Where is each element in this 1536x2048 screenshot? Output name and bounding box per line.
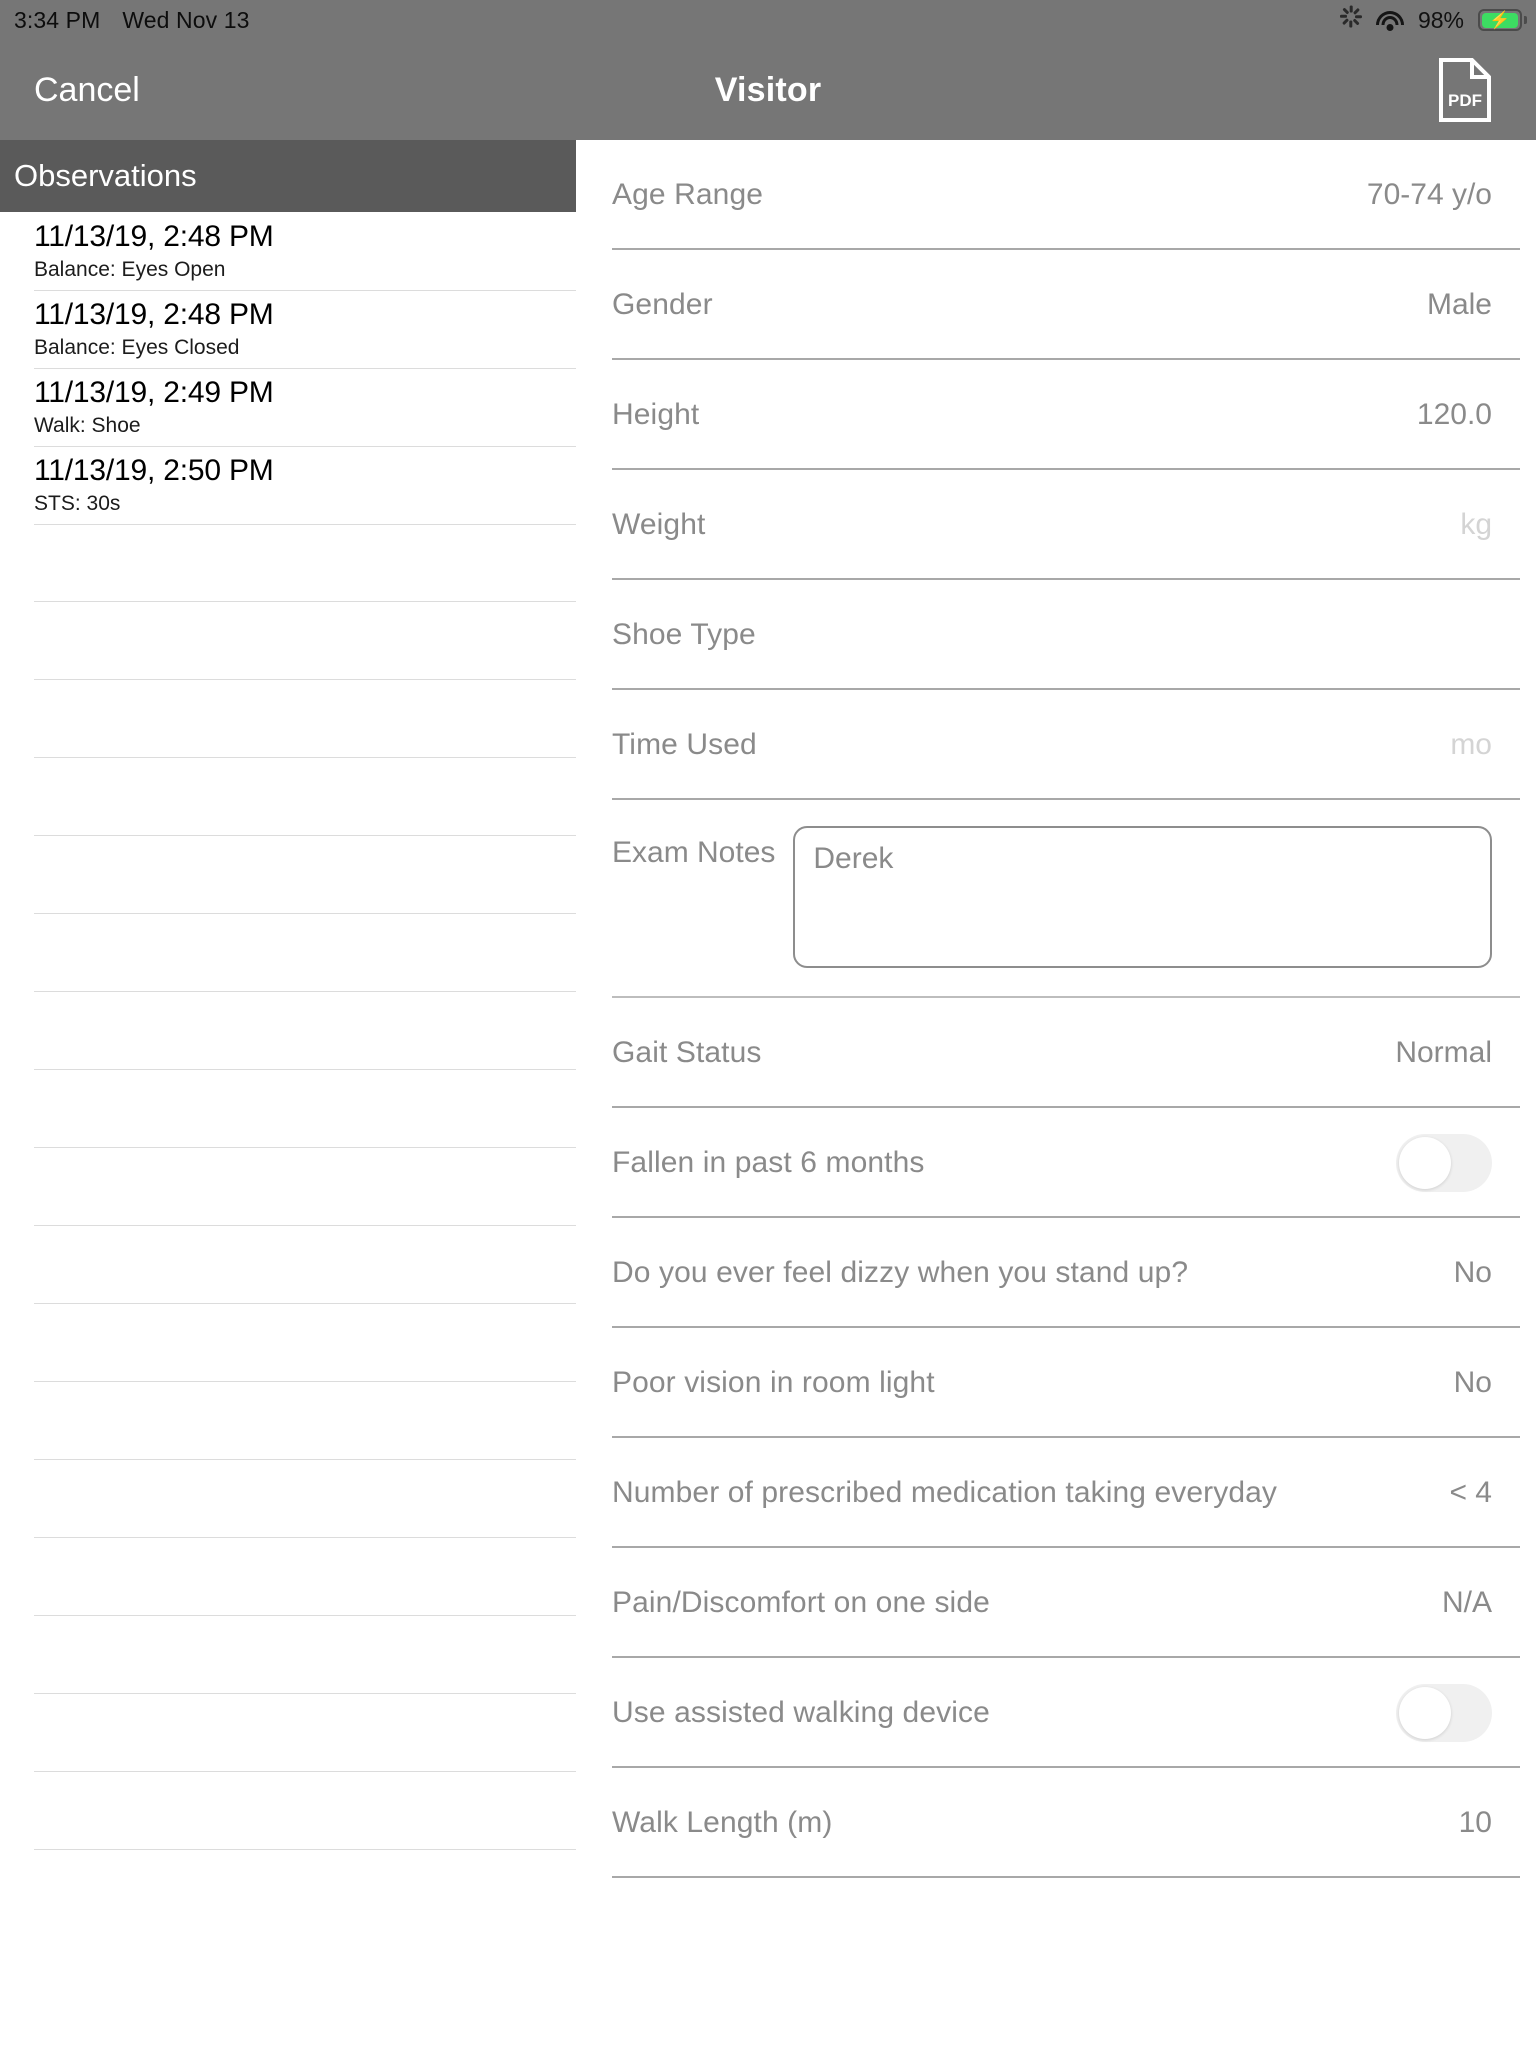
form-row-value: No xyxy=(1453,1256,1492,1289)
observations-sidebar: Observations 11/13/19, 2:48 PM Balance: E… xyxy=(0,140,576,2048)
form-row-label: Age Range xyxy=(612,178,764,211)
exam-notes-label: Exam Notes xyxy=(612,836,776,869)
status-date: Wed Nov 13 xyxy=(122,6,250,33)
observation-empty-row xyxy=(0,914,576,992)
form-row-label: Fallen in past 6 months xyxy=(612,1146,925,1179)
observation-empty-row xyxy=(0,1226,576,1304)
form-row-placeholder: mo xyxy=(1450,728,1492,761)
form-row[interactable]: Gender Male xyxy=(576,250,1536,360)
observation-empty-row xyxy=(0,680,576,758)
status-time: 3:34 PM xyxy=(14,6,101,33)
observation-empty-row xyxy=(0,758,576,836)
visitor-screen: 3:34 PM Wed Nov 13 98% ⚡ Cancel Visitor … xyxy=(0,0,1536,2048)
form-row[interactable]: Poor vision in room light No xyxy=(576,1328,1536,1438)
form-row-value: < 4 xyxy=(1449,1476,1492,1509)
wifi-icon xyxy=(1375,10,1404,31)
observations-header-label: Observations xyxy=(14,158,197,193)
status-bar-left: 3:34 PM Wed Nov 13 xyxy=(0,7,250,34)
form-row-value: 10 xyxy=(1458,1806,1492,1839)
observation-timestamp: 11/13/19, 2:49 PM xyxy=(34,376,274,409)
form-row[interactable]: Height 120.0 xyxy=(576,360,1536,470)
observation-empty-row xyxy=(0,1304,576,1382)
observation-subtitle: Balance: Eyes Open xyxy=(34,257,226,281)
form-row-label: Number of prescribed medication taking e… xyxy=(612,1476,1278,1509)
form-row-value: No xyxy=(1453,1366,1492,1399)
toggle-knob xyxy=(1399,1687,1451,1739)
form-row-label: Do you ever feel dizzy when you stand up… xyxy=(612,1256,1189,1289)
observation-subtitle: Walk: Shoe xyxy=(34,413,141,437)
nav-bar: Cancel Visitor PDF xyxy=(0,40,1536,140)
observation-empty-row xyxy=(0,1694,576,1772)
form-row[interactable]: Age Range 70-74 y/o xyxy=(576,140,1536,250)
form-row-label: Walk Length (m) xyxy=(612,1806,833,1839)
observation-empty-row xyxy=(0,602,576,680)
observation-empty-row xyxy=(0,1772,576,1850)
observation-empty-row xyxy=(0,1460,576,1538)
observation-empty-row xyxy=(0,1070,576,1148)
form-row-value: 70-74 y/o xyxy=(1366,178,1492,211)
form-row-label: Height xyxy=(612,398,700,431)
svg-text:PDF: PDF xyxy=(1448,91,1482,110)
observation-timestamp: 11/13/19, 2:50 PM xyxy=(34,454,274,487)
observation-item[interactable]: 11/13/19, 2:50 PM STS: 30s xyxy=(0,446,576,525)
form-row-value: N/A xyxy=(1441,1586,1492,1619)
pdf-export-button[interactable]: PDF xyxy=(1438,57,1536,123)
form-row[interactable]: Time Used mo xyxy=(576,690,1536,800)
form-row-label: Weight xyxy=(612,508,706,541)
form-row[interactable]: Use assisted walking device xyxy=(576,1658,1536,1768)
exam-notes-row: Exam Notes Derek xyxy=(576,800,1536,998)
status-bar-right: 98% ⚡ xyxy=(1339,5,1536,34)
observation-item[interactable]: 11/13/19, 2:49 PM Walk: Shoe xyxy=(0,368,576,447)
battery-percent-label: 98% xyxy=(1417,6,1464,33)
form-row[interactable]: Shoe Type xyxy=(576,580,1536,690)
form-row[interactable]: Weight kg xyxy=(576,470,1536,580)
form-row-toggle[interactable] xyxy=(1396,1134,1492,1192)
battery-charging-icon: ⚡ xyxy=(1478,9,1527,31)
form-row-value: 120.0 xyxy=(1416,398,1492,431)
form-row[interactable]: Pain/Discomfort on one side N/A xyxy=(576,1548,1536,1658)
form-row[interactable]: Fallen in past 6 months xyxy=(576,1108,1536,1218)
observation-empty-row xyxy=(0,836,576,914)
form-row-label: Shoe Type xyxy=(612,618,756,651)
observation-empty-row xyxy=(0,1616,576,1694)
form-row-label: Gait Status xyxy=(612,1036,762,1069)
form-row-toggle[interactable] xyxy=(1396,1684,1492,1742)
observation-empty-row xyxy=(0,992,576,1070)
observation-subtitle: STS: 30s xyxy=(34,491,121,515)
form-row-value: Male xyxy=(1426,288,1492,321)
page-title: Visitor xyxy=(714,70,822,109)
form-row-label: Gender xyxy=(612,288,713,321)
observation-subtitle: Balance: Eyes Closed xyxy=(34,335,240,359)
form-row-label: Poor vision in room light xyxy=(612,1366,935,1399)
form-section-top: Age Range 70-74 y/o Gender Male Height 120.0 W… xyxy=(576,140,1536,800)
form-row-label: Use assisted walking device xyxy=(612,1696,990,1729)
form-section-bottom: Gait Status Normal Fallen in past 6 months… xyxy=(576,998,1536,1878)
observation-empty-row xyxy=(0,1538,576,1616)
observations-list[interactable]: 11/13/19, 2:48 PM Balance: Eyes Open 11/13… xyxy=(0,212,576,1850)
form-row-placeholder: kg xyxy=(1460,508,1492,541)
toggle-knob xyxy=(1399,1137,1451,1189)
observations-header: Observations xyxy=(0,140,576,212)
form-row[interactable]: Gait Status Normal xyxy=(576,998,1536,1108)
form-row-label: Time Used xyxy=(612,728,757,761)
observation-empty-row xyxy=(0,1148,576,1226)
status-bar: 3:34 PM Wed Nov 13 98% ⚡ xyxy=(0,0,1536,40)
observation-timestamp: 11/13/19, 2:48 PM xyxy=(34,298,274,331)
form-row-value: Normal xyxy=(1395,1036,1492,1069)
observation-item[interactable]: 11/13/19, 2:48 PM Balance: Eyes Open xyxy=(0,212,576,291)
sunburst-icon xyxy=(1339,5,1362,31)
observation-item[interactable]: 11/13/19, 2:48 PM Balance: Eyes Closed xyxy=(0,290,576,369)
observation-empty-row xyxy=(0,1382,576,1460)
form-row[interactable]: Number of prescribed medication taking e… xyxy=(576,1438,1536,1548)
visitor-form: Age Range 70-74 y/o Gender Male Height 120.0 W… xyxy=(576,140,1536,2048)
form-row-label: Pain/Discomfort on one side xyxy=(612,1586,990,1619)
observation-empty-row xyxy=(0,524,576,602)
form-row[interactable]: Do you ever feel dizzy when you stand up… xyxy=(576,1218,1536,1328)
observation-timestamp: 11/13/19, 2:48 PM xyxy=(34,220,274,253)
form-row[interactable]: Walk Length (m) 10 xyxy=(576,1768,1536,1878)
pdf-icon: PDF xyxy=(1439,58,1491,122)
exam-notes-input[interactable]: Derek xyxy=(793,826,1492,968)
